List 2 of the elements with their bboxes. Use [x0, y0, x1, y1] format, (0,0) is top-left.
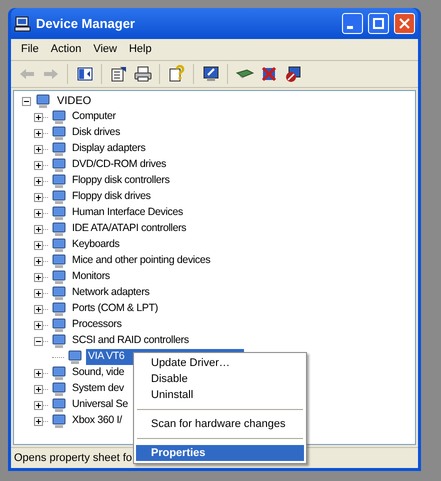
status-text: Opens property sheet fo — [14, 450, 132, 466]
window-title: Device Manager — [36, 14, 136, 33]
